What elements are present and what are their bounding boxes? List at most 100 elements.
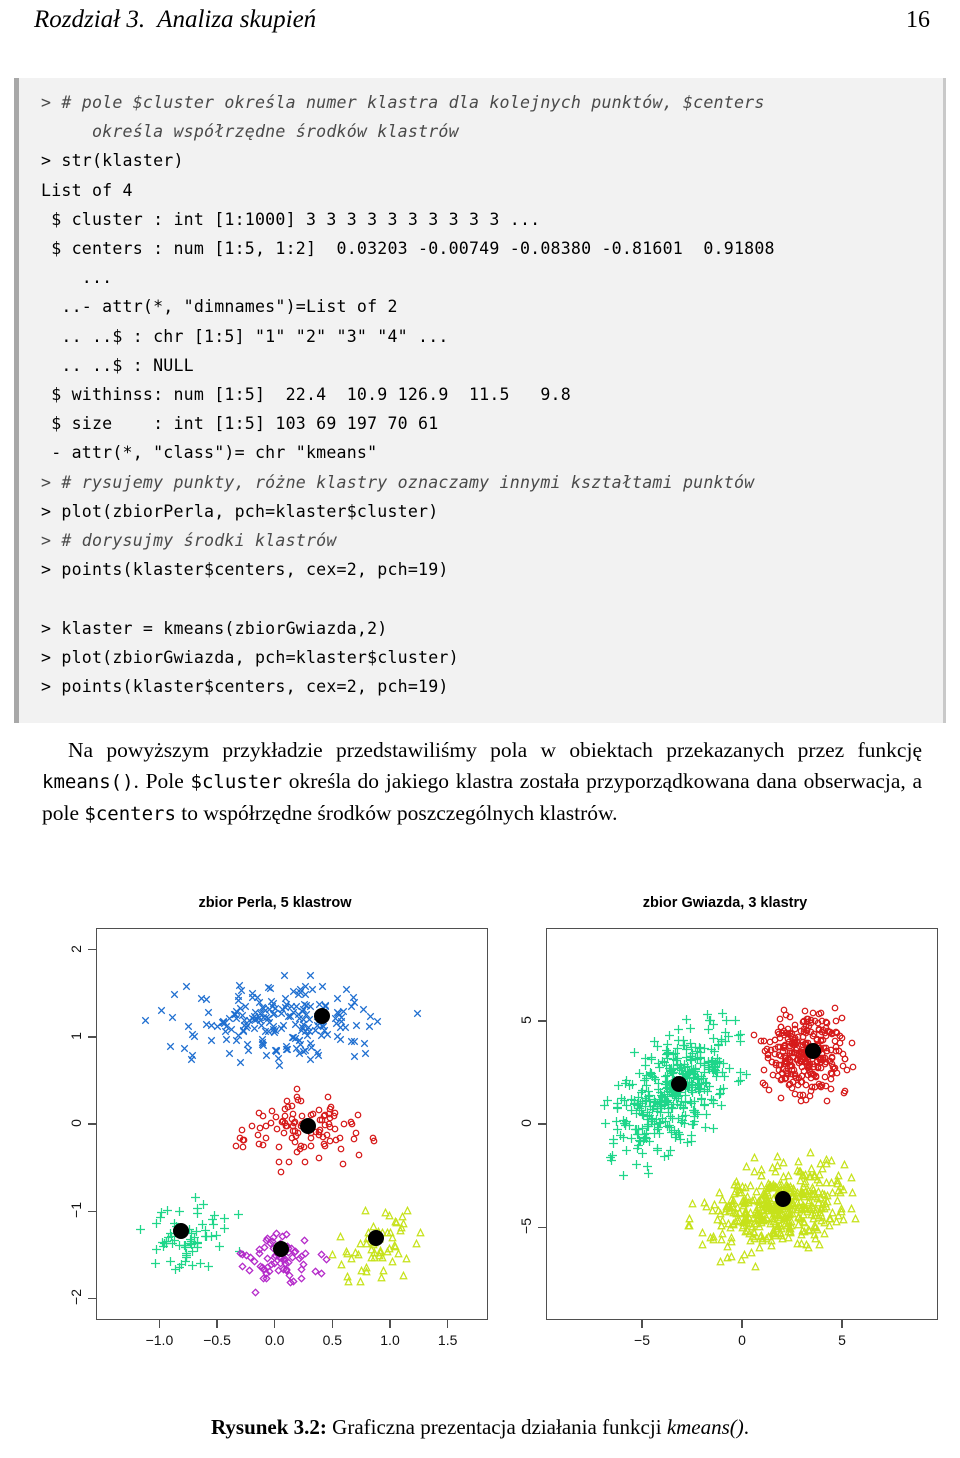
data-point xyxy=(758,1230,767,1243)
data-point xyxy=(240,1131,248,1144)
data-point xyxy=(686,1074,696,1088)
data-point xyxy=(760,1061,768,1074)
data-point xyxy=(261,1002,270,1015)
data-point xyxy=(800,1023,808,1036)
data-point xyxy=(630,1095,640,1109)
data-point xyxy=(313,1044,322,1057)
data-point xyxy=(251,1004,260,1017)
data-point xyxy=(676,1057,685,1070)
data-point xyxy=(636,1133,646,1146)
data-point xyxy=(279,1112,287,1125)
data-point xyxy=(668,1064,678,1077)
data-point xyxy=(813,1030,821,1043)
data-point xyxy=(717,1225,727,1238)
data-point xyxy=(785,1076,793,1089)
data-point xyxy=(263,1230,272,1243)
data-point xyxy=(641,1057,651,1071)
data-point xyxy=(677,1112,687,1125)
data-point xyxy=(696,1080,706,1094)
data-point xyxy=(633,1140,643,1154)
data-point xyxy=(291,1016,300,1029)
data-point xyxy=(750,1230,760,1243)
data-point xyxy=(782,1179,792,1192)
data-point xyxy=(759,1185,768,1198)
data-point xyxy=(832,1042,840,1054)
plot-title-gwiazda: zbior Gwiazda, 3 klastry xyxy=(642,895,808,911)
data-point xyxy=(269,1006,278,1019)
data-point xyxy=(782,1006,790,1019)
data-point xyxy=(817,1004,825,1017)
data-point xyxy=(662,1088,672,1101)
data-point xyxy=(662,1045,672,1059)
data-point xyxy=(251,1284,260,1297)
data-point xyxy=(761,1042,769,1055)
data-point xyxy=(839,1211,848,1224)
data-point xyxy=(711,1055,721,1069)
data-point xyxy=(278,1228,287,1242)
data-point xyxy=(686,1048,696,1061)
data-point xyxy=(753,1206,762,1219)
data-point xyxy=(786,1044,794,1057)
data-point xyxy=(159,1235,169,1249)
data-point xyxy=(795,1193,805,1206)
data-point xyxy=(709,1016,719,1030)
data-point xyxy=(232,1032,241,1045)
data-point xyxy=(388,1253,397,1266)
data-point xyxy=(749,1223,758,1236)
x-tick-mark xyxy=(447,1320,449,1328)
data-point xyxy=(784,1065,792,1078)
data-point xyxy=(717,1217,726,1230)
data-point xyxy=(788,1025,796,1037)
data-point xyxy=(377,1269,386,1282)
data-point xyxy=(764,1045,772,1058)
data-point xyxy=(718,1080,728,1093)
data-point xyxy=(798,1167,807,1180)
data-point xyxy=(168,1009,177,1022)
data-point xyxy=(828,1049,836,1062)
data-point xyxy=(324,1088,332,1101)
data-point xyxy=(716,1217,726,1230)
data-point xyxy=(296,981,305,994)
data-point xyxy=(674,1032,684,1046)
data-point xyxy=(326,1118,334,1131)
data-point xyxy=(392,1214,401,1227)
cluster-center-marker xyxy=(313,1008,330,1025)
data-point xyxy=(325,1115,333,1128)
data-point xyxy=(822,1077,830,1090)
data-point xyxy=(699,1194,709,1207)
data-point xyxy=(833,1172,843,1185)
data-point xyxy=(619,1129,629,1143)
data-point xyxy=(367,1249,376,1262)
data-point xyxy=(262,1129,270,1142)
data-point xyxy=(809,1065,817,1078)
data-point xyxy=(752,1210,762,1223)
code-line: ... xyxy=(41,268,113,288)
data-point xyxy=(656,1100,666,1114)
y-tick-mark xyxy=(88,949,96,951)
data-point xyxy=(624,1117,634,1131)
data-point xyxy=(827,1070,835,1082)
data-point xyxy=(803,1203,812,1216)
data-point xyxy=(659,1054,669,1067)
data-point xyxy=(613,1095,623,1109)
data-point xyxy=(299,1232,309,1245)
data-point xyxy=(333,1004,342,1017)
data-point xyxy=(729,1192,738,1205)
data-point xyxy=(806,1063,814,1076)
data-point xyxy=(698,1070,708,1083)
data-point xyxy=(782,1217,792,1230)
data-point xyxy=(362,1263,371,1276)
data-point xyxy=(793,1051,801,1064)
data-point xyxy=(306,1035,315,1048)
data-point xyxy=(778,1064,786,1077)
data-point xyxy=(644,1118,654,1132)
data-point xyxy=(643,1111,653,1124)
data-point xyxy=(804,1182,814,1195)
data-point xyxy=(250,1008,259,1021)
data-point xyxy=(275,1057,284,1070)
data-point xyxy=(272,1042,281,1054)
data-point xyxy=(193,1200,203,1214)
data-point xyxy=(719,1068,729,1082)
data-point xyxy=(293,1143,301,1156)
data-point xyxy=(728,1216,738,1229)
